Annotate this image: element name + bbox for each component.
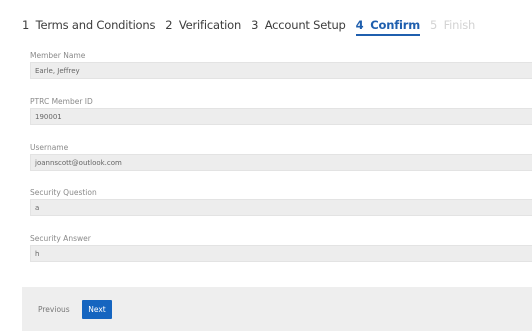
security-question-label: Security Question	[30, 188, 97, 197]
step-number: 1	[22, 17, 30, 32]
previous-button[interactable]: Previous	[34, 300, 74, 319]
footer-bar: Previous Next	[22, 287, 532, 331]
step-label: Finish	[443, 17, 476, 32]
member-name-field: Earle, Jeffrey	[30, 62, 532, 79]
step-number: 3	[251, 17, 259, 32]
step-terms-and-conditions[interactable]: 1 Terms and Conditions	[22, 18, 155, 35]
step-number: 5	[430, 17, 438, 32]
member-id-field: 190001	[30, 108, 532, 125]
step-label: Verification	[178, 17, 242, 32]
member-name-label: Member Name	[30, 51, 86, 60]
step-label: Account Setup	[264, 17, 346, 32]
step-label: Confirm	[370, 17, 421, 32]
step-account-setup[interactable]: 3 Account Setup	[251, 18, 346, 35]
step-finish: 5 Finish	[430, 18, 475, 35]
security-answer-field: h	[30, 245, 532, 262]
step-confirm[interactable]: 4 Confirm	[355, 17, 421, 36]
member-id-label: PTRC Member ID	[30, 97, 93, 106]
security-question-field: a	[30, 199, 532, 216]
next-button[interactable]: Next	[82, 300, 112, 319]
confirm-form: Member Name Earle, Jeffrey PTRC Member I…	[30, 50, 532, 279]
username-label: Username	[30, 143, 69, 152]
username-field: joannscott@outlook.com	[30, 154, 532, 171]
wizard-steps: 1 Terms and Conditions 2 Verification 3 …	[22, 16, 485, 36]
step-number: 2	[165, 17, 173, 32]
step-verification[interactable]: 2 Verification	[165, 18, 241, 35]
security-answer-label: Security Answer	[30, 234, 91, 243]
step-number: 4	[355, 17, 364, 32]
step-label: Terms and Conditions	[35, 17, 156, 32]
